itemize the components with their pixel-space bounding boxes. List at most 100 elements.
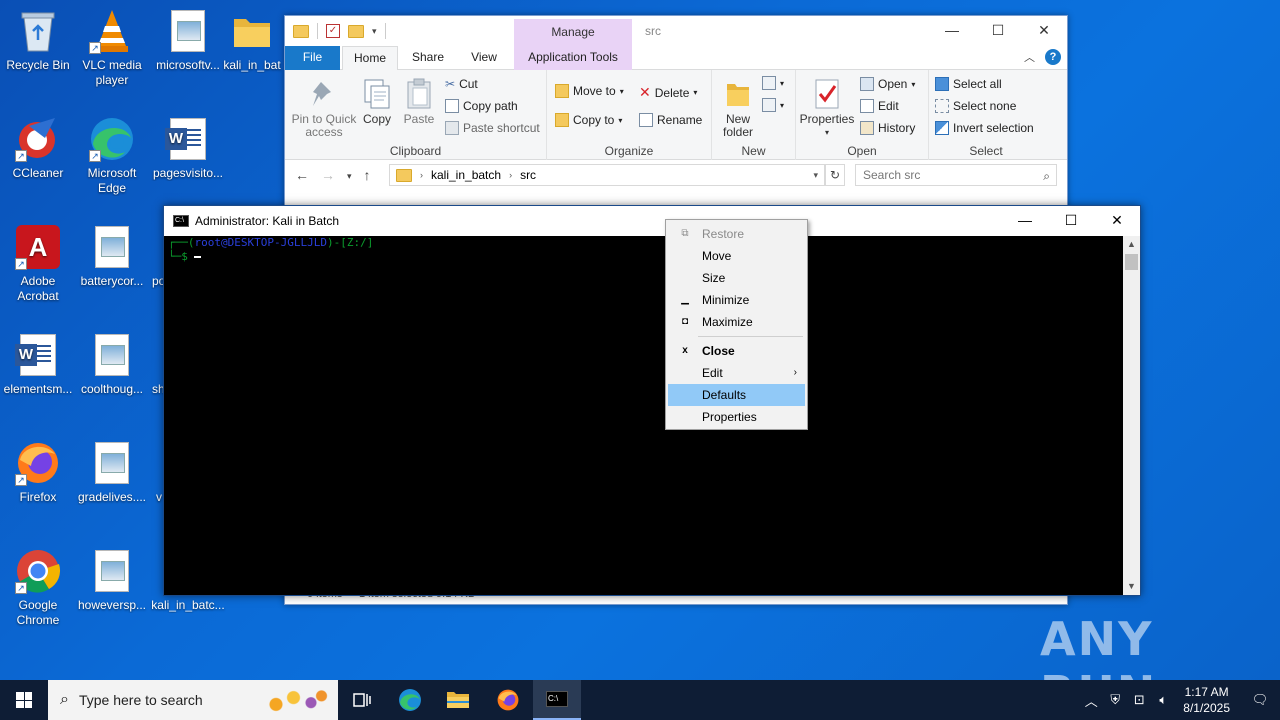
taskbar-firefox-button[interactable] — [484, 680, 532, 720]
cmd-icon[interactable]: C:\ — [173, 215, 189, 227]
desktop-icon-kali-in-bat-folder[interactable]: kali_in_bat — [220, 8, 284, 73]
back-arrow-icon[interactable]: ← — [295, 167, 309, 185]
paste-shortcut-icon — [445, 121, 459, 135]
volume-icon[interactable]: 🔈︎ — [1151, 692, 1175, 708]
refresh-button[interactable]: ↻ — [825, 164, 845, 186]
task-view-button[interactable] — [338, 680, 386, 720]
new-folder-icon[interactable] — [348, 24, 364, 38]
desktop-icon-ccleaner[interactable]: ↗ CCleaner — [0, 116, 76, 181]
breadcrumb-src[interactable]: src — [520, 168, 536, 182]
collapse-ribbon-icon[interactable]: ︿ — [1024, 49, 1035, 65]
address-bar[interactable]: › kali_in_batch › src ▾ — [389, 164, 825, 186]
search-highlight-image — [262, 684, 332, 718]
move-to-button[interactable]: Move to ▾ — [555, 84, 624, 98]
copy-to-button[interactable]: Copy to ▾ — [555, 113, 622, 127]
menu-item-properties[interactable]: Properties — [668, 406, 805, 428]
desktop-icon-coolthoug[interactable]: coolthoug... — [74, 332, 150, 397]
desktop-icon-gradelives[interactable]: gradelives.... — [74, 440, 150, 505]
desktop-icon-elementsm[interactable]: elementsm... — [0, 332, 76, 397]
select-none-button[interactable]: Select none — [935, 99, 1016, 113]
help-icon[interactable]: ? — [1045, 49, 1061, 65]
taskbar-edge-button[interactable] — [386, 680, 434, 720]
desktop-icon-vlc[interactable]: ↗ VLC media player — [74, 8, 150, 88]
breadcrumb-kali-in-batch[interactable]: kali_in_batch — [431, 168, 501, 182]
recent-locations-icon[interactable]: ▾ — [347, 167, 352, 185]
easy-access-button[interactable]: ▾ — [762, 98, 784, 112]
delete-button[interactable]: ✕ Delete ▾ — [639, 84, 697, 101]
scroll-up-arrow-icon[interactable]: ▲ — [1123, 236, 1140, 253]
properties-button[interactable]: Properties ▾ — [798, 78, 856, 139]
pin-to-quick-access-button[interactable]: Pin to Quick access — [289, 78, 359, 139]
tab-application-tools[interactable]: Application Tools — [514, 46, 632, 70]
history-button[interactable]: History — [860, 121, 915, 135]
minimize-button[interactable]: — — [1002, 206, 1048, 236]
taskbar-file-explorer-button[interactable] — [434, 680, 482, 720]
new-folder-button[interactable]: New folder — [716, 78, 760, 139]
menu-item-close[interactable]: x Close — [668, 340, 805, 362]
desktop-icon-pagesvisito[interactable]: pagesvisito... — [150, 116, 226, 181]
desktop-icon-microsoftv[interactable]: microsoftv... — [150, 8, 226, 73]
close-button[interactable]: ✕ — [1094, 206, 1140, 236]
search-input[interactable]: Search src ⌕ — [855, 164, 1057, 186]
menu-item-edit[interactable]: Edit › — [668, 362, 805, 384]
menu-item-defaults[interactable]: Defaults — [668, 384, 805, 406]
menu-item-size[interactable]: Size — [668, 267, 805, 289]
desktop-icon-howeversp[interactable]: howeversp... — [74, 548, 150, 613]
close-button[interactable]: ✕ — [1021, 16, 1067, 46]
forward-arrow-icon[interactable]: → — [321, 167, 335, 185]
console-window[interactable]: C:\ Administrator: Kali in Batch — ☐ ✕ ┌… — [163, 205, 1141, 596]
desktop-icon-adobe-acrobat[interactable]: A ↗ Adobe Acrobat — [0, 224, 76, 304]
menu-item-minimize[interactable]: ▁ Minimize — [668, 289, 805, 311]
select-all-button[interactable]: Select all — [935, 77, 1002, 91]
maximize-button[interactable]: ☐ — [975, 16, 1021, 46]
clock[interactable]: 1:17 AM 8/1/2025 — [1183, 684, 1230, 716]
shortcut-arrow-icon: ↗ — [15, 150, 27, 162]
tab-home[interactable]: Home — [342, 46, 398, 70]
edit-button[interactable]: Edit — [860, 99, 899, 113]
qat-dropdown-icon[interactable]: ▾ — [372, 26, 377, 37]
start-button[interactable] — [0, 680, 48, 720]
new-item-button[interactable]: ▾ — [762, 76, 784, 90]
desktop-icon-recycle-bin[interactable]: Recycle Bin — [0, 8, 76, 73]
new-folder-icon — [723, 78, 753, 110]
scroll-down-arrow-icon[interactable]: ▼ — [1123, 578, 1140, 595]
clipboard-group: Pin to Quick access Copy Paste ✂ Cut Cop… — [285, 70, 547, 160]
minimize-button[interactable]: — — [929, 16, 975, 46]
chevron-up-icon[interactable]: ︿ — [1079, 691, 1103, 710]
desktop-icon-batterycor[interactable]: batterycor... — [74, 224, 150, 289]
menu-item-move[interactable]: Move — [668, 245, 805, 267]
prompt-line-1: ┌──(root@DESKTOP-JGLLJLD)-[Z:/] — [168, 236, 374, 249]
desktop-icon-microsoft-edge[interactable]: ↗ Microsoft Edge — [74, 116, 150, 196]
copy-path-button[interactable]: Copy path — [445, 99, 518, 113]
up-arrow-icon[interactable]: ↑ — [364, 167, 371, 185]
menu-item-restore[interactable]: ⧉ Restore — [668, 223, 805, 245]
tab-share[interactable]: Share — [403, 46, 453, 70]
desktop-icon-firefox[interactable]: ↗ Firefox — [0, 440, 76, 505]
security-icon[interactable]: ⛨ — [1103, 692, 1127, 708]
scrollbar-thumb[interactable] — [1125, 254, 1138, 270]
properties-check-icon[interactable]: ✓ — [326, 24, 340, 38]
tab-file[interactable]: File — [285, 46, 340, 70]
copy-button[interactable]: Copy — [359, 78, 395, 126]
console-output[interactable]: ┌──(root@DESKTOP-JGLLJLD)-[Z:/] └─$ — [164, 236, 1124, 595]
cut-button[interactable]: ✂ Cut — [445, 77, 478, 91]
notification-icon[interactable]: 🗨︎ — [1240, 692, 1280, 708]
network-icon[interactable]: ⊡ — [1127, 692, 1151, 708]
console-title-bar[interactable]: C:\ Administrator: Kali in Batch — ☐ ✕ — [164, 206, 1140, 236]
chevron-down-icon[interactable]: ▾ — [813, 170, 818, 181]
menu-item-maximize[interactable]: ◘ Maximize — [668, 311, 805, 333]
maximize-button[interactable]: ☐ — [1048, 206, 1094, 236]
taskbar-console-button[interactable]: C:\ — [533, 680, 581, 720]
tab-manage[interactable]: Manage — [514, 19, 632, 46]
console-scrollbar[interactable]: ▲ ▼ — [1123, 236, 1140, 595]
paste-shortcut-button[interactable]: Paste shortcut — [445, 121, 540, 135]
explorer-title-bar[interactable]: ✓ ▾ Manage src — ☐ ✕ — [285, 16, 1067, 46]
desktop-icon-google-chrome[interactable]: ↗ Google Chrome — [0, 548, 76, 628]
rename-button[interactable]: Rename — [639, 113, 702, 127]
tab-view[interactable]: View — [459, 46, 509, 70]
paste-button[interactable]: Paste — [399, 78, 439, 126]
invert-selection-button[interactable]: Invert selection — [935, 121, 1034, 135]
open-button[interactable]: Open ▾ — [860, 77, 915, 91]
pin-icon — [309, 78, 339, 110]
taskbar-search-box[interactable]: ⌕ Type here to search — [48, 680, 338, 720]
